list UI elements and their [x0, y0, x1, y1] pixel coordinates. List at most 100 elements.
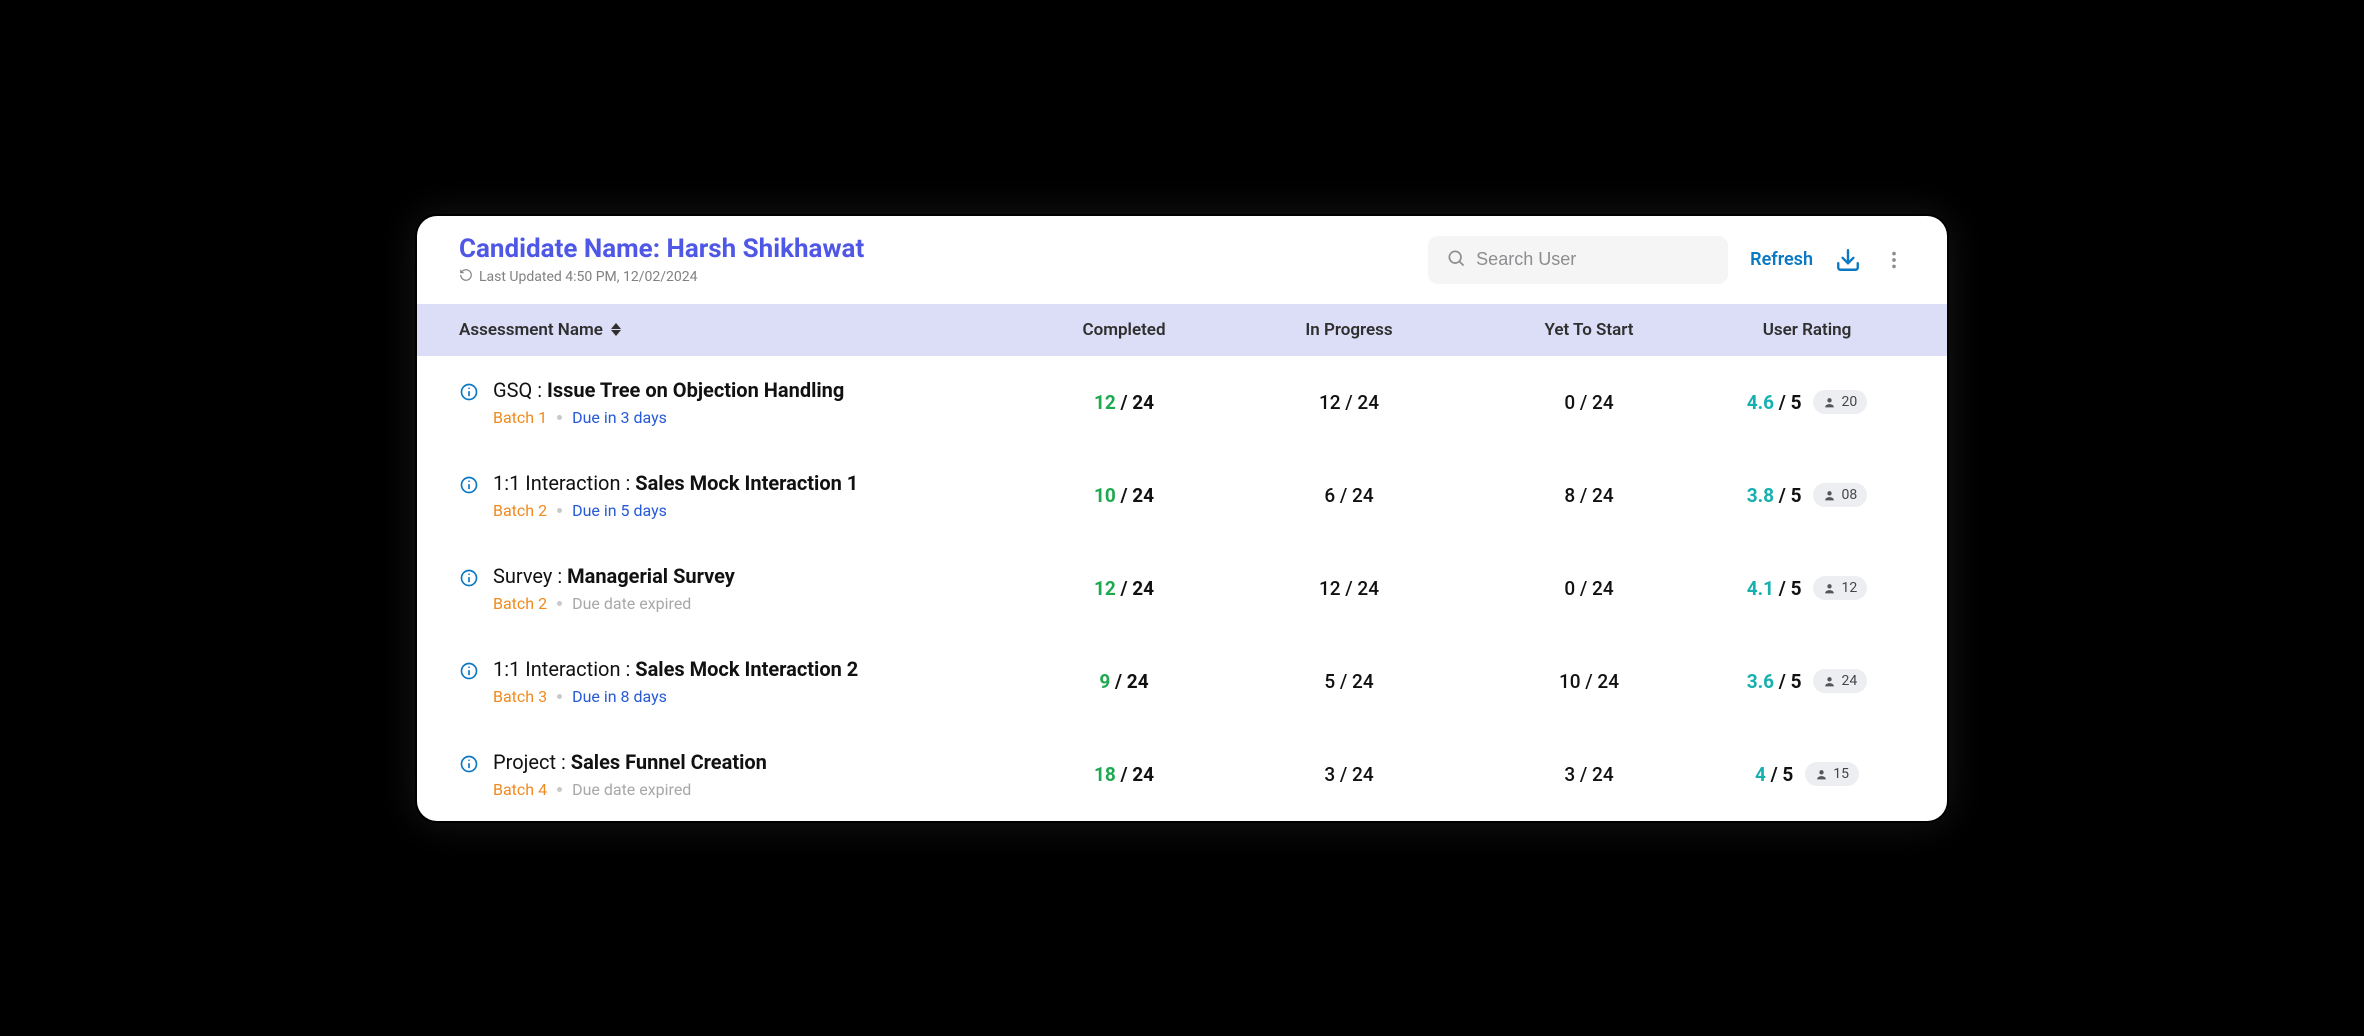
cell-in-progress: 12 / 24: [1229, 391, 1469, 414]
title-bold: Issue Tree on Objection Handling: [547, 378, 844, 402]
dot-separator: [557, 601, 562, 606]
rating-max: / 5: [1766, 763, 1793, 786]
col-name-label: Assessment Name: [459, 320, 603, 340]
rating-value: 4.1: [1747, 577, 1774, 600]
col-completed[interactable]: Completed: [1019, 320, 1229, 340]
table-row[interactable]: 1:1 Interaction : Sales Mock Interaction…: [417, 449, 1947, 542]
user-icon: [1823, 396, 1836, 409]
rating-value: 3.8: [1747, 484, 1774, 507]
batch-label: Batch 3: [493, 687, 547, 706]
last-updated: Last Updated 4:50 PM, 12/02/2024: [459, 268, 864, 286]
refresh-button[interactable]: Refresh: [1750, 249, 1813, 270]
cell-name: 1:1 Interaction : Sales Mock Interaction…: [459, 657, 1019, 706]
sort-icon: [611, 323, 621, 336]
sub-line: Batch 4 Due date expired: [493, 780, 767, 799]
user-icon: [1823, 675, 1836, 688]
table-row[interactable]: 1:1 Interaction : Sales Mock Interaction…: [417, 635, 1947, 728]
name-block: 1:1 Interaction : Sales Mock Interaction…: [493, 471, 858, 520]
title-prefix: Survey :: [493, 564, 567, 588]
rating-count: 20: [1841, 394, 1857, 410]
more-menu-button[interactable]: [1883, 249, 1905, 271]
completed-total: / 24: [1116, 577, 1154, 600]
info-icon[interactable]: [459, 475, 479, 499]
rating-max: / 5: [1774, 484, 1801, 507]
table-header-row: Assessment Name Completed In Progress Ye…: [417, 304, 1947, 356]
table-row[interactable]: Survey : Managerial Survey Batch 2 Due d…: [417, 542, 1947, 635]
completed-count: 10: [1094, 484, 1116, 507]
search-input[interactable]: [1476, 249, 1710, 270]
completed-count: 12: [1094, 391, 1116, 414]
title-prefix: 1:1 Interaction :: [493, 471, 635, 495]
title-bold: Sales Mock Interaction 1: [635, 471, 858, 495]
title-bold: Managerial Survey: [567, 564, 735, 588]
cell-rating: 4.6 / 5 20: [1709, 390, 1905, 414]
cell-rating: 4.1 / 5 12: [1709, 576, 1905, 600]
col-assessment-name[interactable]: Assessment Name: [459, 320, 1019, 340]
cell-yet-to-start: 8 / 24: [1469, 484, 1709, 507]
table-row[interactable]: Project : Sales Funnel Creation Batch 4 …: [417, 728, 1947, 821]
cell-name: Project : Sales Funnel Creation Batch 4 …: [459, 750, 1019, 799]
cell-yet-to-start: 0 / 24: [1469, 391, 1709, 414]
cell-in-progress: 12 / 24: [1229, 577, 1469, 600]
completed-count: 18: [1094, 763, 1116, 786]
title-prefix: 1:1 Interaction :: [493, 657, 635, 681]
cell-rating: 4 / 5 15: [1709, 762, 1905, 786]
assessment-title: 1:1 Interaction : Sales Mock Interaction…: [493, 657, 858, 681]
refresh-small-icon: [459, 268, 473, 286]
sub-line: Batch 2 Due date expired: [493, 594, 735, 613]
cell-yet-to-start: 3 / 24: [1469, 763, 1709, 786]
info-icon[interactable]: [459, 754, 479, 778]
rating-count-pill[interactable]: 20: [1813, 390, 1867, 414]
assessment-title: Project : Sales Funnel Creation: [493, 750, 767, 774]
cell-completed: 10 / 24: [1019, 484, 1229, 507]
batch-label: Batch 2: [493, 501, 547, 520]
name-block: GSQ : Issue Tree on Objection Handling B…: [493, 378, 844, 427]
cell-yet-to-start: 10 / 24: [1469, 670, 1709, 693]
header-right: Refresh: [1428, 236, 1905, 284]
rating-count: 08: [1841, 487, 1857, 503]
batch-label: Batch 4: [493, 780, 547, 799]
dot-separator: [557, 787, 562, 792]
info-icon[interactable]: [459, 661, 479, 685]
rating-count-pill[interactable]: 15: [1805, 762, 1859, 786]
assessment-title: GSQ : Issue Tree on Objection Handling: [493, 378, 844, 402]
candidate-name: Candidate Name: Harsh Shikhawat: [459, 234, 864, 264]
table-row[interactable]: GSQ : Issue Tree on Objection Handling B…: [417, 356, 1947, 449]
cell-completed: 12 / 24: [1019, 577, 1229, 600]
due-label: Due in 5 days: [572, 501, 667, 520]
col-user-rating[interactable]: User Rating: [1709, 320, 1905, 340]
cell-rating: 3.6 / 5 24: [1709, 669, 1905, 693]
completed-total: / 24: [1110, 670, 1148, 693]
completed-total: / 24: [1116, 763, 1154, 786]
cell-completed: 12 / 24: [1019, 391, 1229, 414]
col-yet-to-start[interactable]: Yet To Start: [1469, 320, 1709, 340]
dot-separator: [557, 415, 562, 420]
batch-label: Batch 2: [493, 594, 547, 613]
rating-count: 24: [1841, 673, 1857, 689]
user-icon: [1815, 768, 1828, 781]
rating-value: 4.6: [1747, 391, 1774, 414]
info-icon[interactable]: [459, 568, 479, 592]
user-icon: [1823, 582, 1836, 595]
name-block: 1:1 Interaction : Sales Mock Interaction…: [493, 657, 858, 706]
download-button[interactable]: [1835, 247, 1861, 273]
rating-count-pill[interactable]: 08: [1813, 483, 1867, 507]
cell-in-progress: 5 / 24: [1229, 670, 1469, 693]
rating-count-pill[interactable]: 12: [1813, 576, 1867, 600]
rating-max: / 5: [1774, 391, 1801, 414]
rating-count-pill[interactable]: 24: [1813, 669, 1867, 693]
col-in-progress[interactable]: In Progress: [1229, 320, 1469, 340]
cell-rating: 3.8 / 5 08: [1709, 483, 1905, 507]
rating-max: / 5: [1774, 577, 1801, 600]
sub-line: Batch 2 Due in 5 days: [493, 501, 858, 520]
assessment-title: Survey : Managerial Survey: [493, 564, 735, 588]
cell-name: 1:1 Interaction : Sales Mock Interaction…: [459, 471, 1019, 520]
batch-label: Batch 1: [493, 408, 547, 427]
title-prefix: Project :: [493, 750, 571, 774]
sub-line: Batch 3 Due in 8 days: [493, 687, 858, 706]
info-icon[interactable]: [459, 382, 479, 406]
cell-completed: 18 / 24: [1019, 763, 1229, 786]
cell-name: Survey : Managerial Survey Batch 2 Due d…: [459, 564, 1019, 613]
table-body: GSQ : Issue Tree on Objection Handling B…: [417, 356, 1947, 821]
search-box[interactable]: [1428, 236, 1728, 284]
